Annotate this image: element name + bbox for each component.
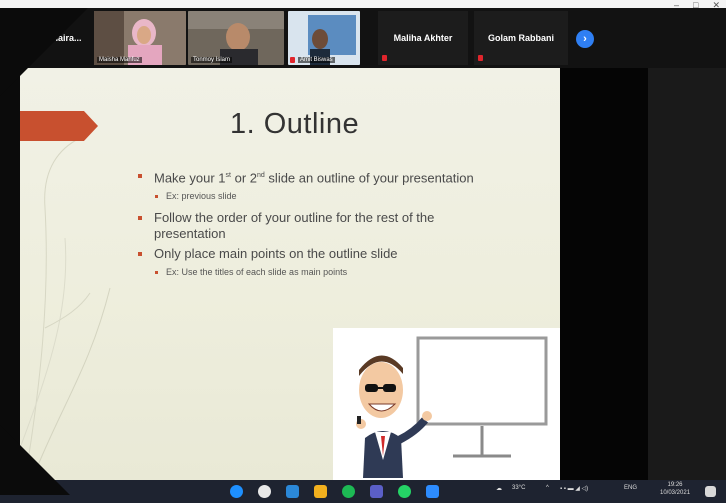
chevron-up-icon[interactable]: ^ [546, 485, 549, 491]
windows-taskbar: ☁ 33°C ^ ▪ ▪ ▬ ◢ ◁) ENG 19:26 10/03/2021 [0, 480, 726, 503]
participant-name: Amit Biswas [298, 57, 335, 63]
clock-date: 10/03/2021 [660, 490, 691, 496]
photo-corner-shadow [0, 8, 88, 96]
bullet-item: Follow the order of your outline for the… [138, 210, 493, 242]
system-tray-icons[interactable]: ▪ ▪ ▬ ◢ ◁) [560, 485, 588, 492]
bullet-item: Make your 1st or 2nd slide an outline of… [138, 168, 493, 186]
participant-tile-name-only[interactable]: Maliha Akhter [378, 11, 468, 65]
chrome-icon[interactable] [258, 485, 271, 498]
monitor-screen: Jamaira... Maisha Mahfuz Tonmoy Islam Am… [0, 8, 726, 503]
participant-video-tile[interactable]: Tonmoy Islam [188, 11, 284, 65]
teams-icon[interactable] [370, 485, 383, 498]
participant-video-tile[interactable]: Maisha Mahfuz [94, 11, 186, 65]
chevron-right-icon: › [583, 33, 587, 45]
participant-video-tile[interactable]: Amit Biswas [288, 11, 360, 65]
folder-icon[interactable] [314, 485, 327, 498]
app-icon[interactable] [342, 485, 355, 498]
title-accent-arrow [20, 111, 98, 141]
muted-mic-icon [290, 57, 295, 63]
slide-title: 1. Outline [230, 108, 360, 140]
sub-bullet-item: Ex: previous slide [138, 190, 493, 203]
photo-corner-shadow [0, 425, 70, 495]
zoom-icon[interactable] [426, 485, 439, 498]
sub-bullet-item: Ex: Use the titles of each slide as main… [138, 266, 493, 279]
edge-icon[interactable] [230, 485, 243, 498]
presentation-margin [560, 68, 648, 480]
language-indicator[interactable]: ENG [624, 485, 637, 491]
muted-mic-icon [382, 55, 387, 61]
participant-name: Maliha Akhter [393, 33, 453, 43]
bullet-item: Only place main points on the outline sl… [138, 246, 493, 262]
whatsapp-icon[interactable] [398, 485, 411, 498]
slide-bullet-list: Make your 1st or 2nd slide an outline of… [138, 168, 493, 286]
next-page-button[interactable]: › [576, 30, 594, 48]
participant-name: Golam Rabbani [487, 33, 554, 43]
notification-icon[interactable] [705, 486, 716, 497]
participant-gallery: Jamaira... Maisha Mahfuz Tonmoy Islam Am… [0, 8, 726, 68]
presenter-board-illustration [356, 336, 548, 478]
presentation-slide: 1. Outline Make your 1st or 2nd slide an… [20, 68, 560, 480]
weather-temperature[interactable]: 33°C [512, 485, 525, 491]
desktop-background [648, 68, 726, 480]
participant-tile-name-only[interactable]: Golam Rabbani [474, 11, 568, 65]
file-explorer-icon[interactable] [286, 485, 299, 498]
muted-mic-icon [478, 55, 483, 61]
weather-icon[interactable]: ☁ [496, 485, 502, 492]
presenter-clipart [333, 328, 560, 480]
participant-name: Tonmoy Islam [191, 57, 233, 63]
participant-name: Maisha Mahfuz [97, 57, 142, 63]
clock-time: 19:26 [667, 482, 683, 488]
